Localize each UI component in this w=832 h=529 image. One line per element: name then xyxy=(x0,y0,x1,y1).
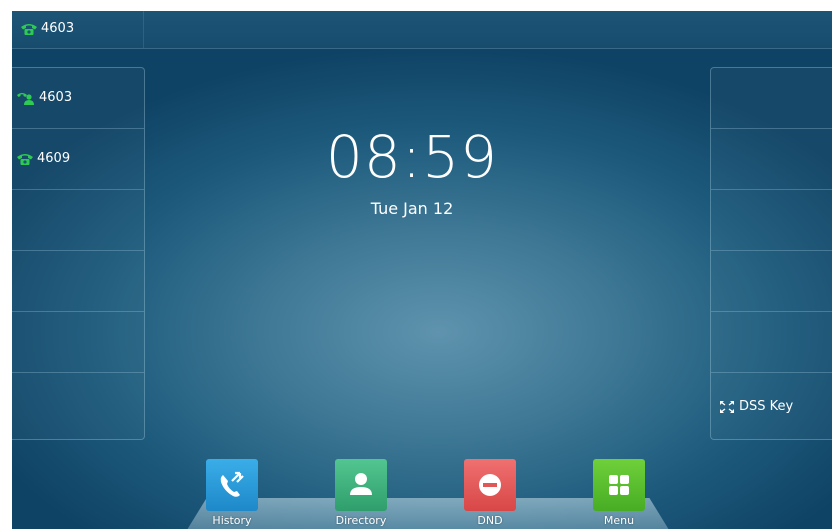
history-tile xyxy=(206,459,258,511)
expand-icon xyxy=(720,400,734,413)
directory-button[interactable]: Directory xyxy=(321,459,401,527)
status-bar: 4603 xyxy=(12,11,832,49)
account-registered-icon xyxy=(17,92,34,105)
line-key-6[interactable] xyxy=(12,373,144,434)
dnd-button[interactable]: DND xyxy=(450,459,530,527)
line-key-2-content: 4609 xyxy=(16,151,70,166)
dss-key-more-content: DSS Key xyxy=(719,399,793,414)
directory-label: Directory xyxy=(335,514,387,527)
contact-icon xyxy=(350,473,372,495)
line-key-1-label: 4603 xyxy=(39,90,73,105)
dss-key-2[interactable] xyxy=(711,129,832,190)
directory-tile xyxy=(335,459,387,511)
line-key-2[interactable]: 4609 xyxy=(12,129,144,190)
line-keys-panel: 4603 4609 xyxy=(12,67,145,440)
dss-key-5[interactable] xyxy=(711,312,832,373)
dss-key-3[interactable] xyxy=(711,190,832,251)
line-key-4[interactable] xyxy=(12,251,144,312)
history-icon xyxy=(220,471,244,497)
menu-label: Menu xyxy=(603,514,635,527)
line-key-5[interactable] xyxy=(12,312,144,373)
status-account: 4603 xyxy=(20,21,74,36)
dnd-icon xyxy=(479,474,501,496)
menu-tile xyxy=(593,459,645,511)
phone-screen: 4603 4603 4609 DSS Key 08:59 Tue Jan 12 … xyxy=(12,11,832,529)
phone-icon xyxy=(21,23,37,35)
clock-date: Tue Jan 12 xyxy=(370,199,454,218)
line-key-1[interactable]: 4603 xyxy=(12,68,144,129)
dnd-label: DND xyxy=(477,514,503,527)
dss-key-4[interactable] xyxy=(711,251,832,312)
history-button[interactable]: History xyxy=(192,459,272,527)
dnd-tile xyxy=(464,459,516,511)
dss-key-1[interactable] xyxy=(711,68,832,129)
phone-icon xyxy=(17,153,33,165)
line-key-1-content: 4603 xyxy=(16,90,72,105)
dss-key-more[interactable]: DSS Key xyxy=(711,373,832,434)
history-label: History xyxy=(212,514,252,527)
menu-grid-icon xyxy=(609,475,629,495)
menu-button[interactable]: Menu xyxy=(579,459,659,527)
line-key-2-label: 4609 xyxy=(37,151,71,166)
line-key-3[interactable] xyxy=(12,190,144,251)
dss-keys-panel: DSS Key xyxy=(710,67,832,440)
clock-time: 08:59 xyxy=(325,123,499,191)
dss-key-label: DSS Key xyxy=(739,399,794,414)
status-account-label: 4603 xyxy=(41,21,75,36)
status-divider xyxy=(143,11,144,48)
